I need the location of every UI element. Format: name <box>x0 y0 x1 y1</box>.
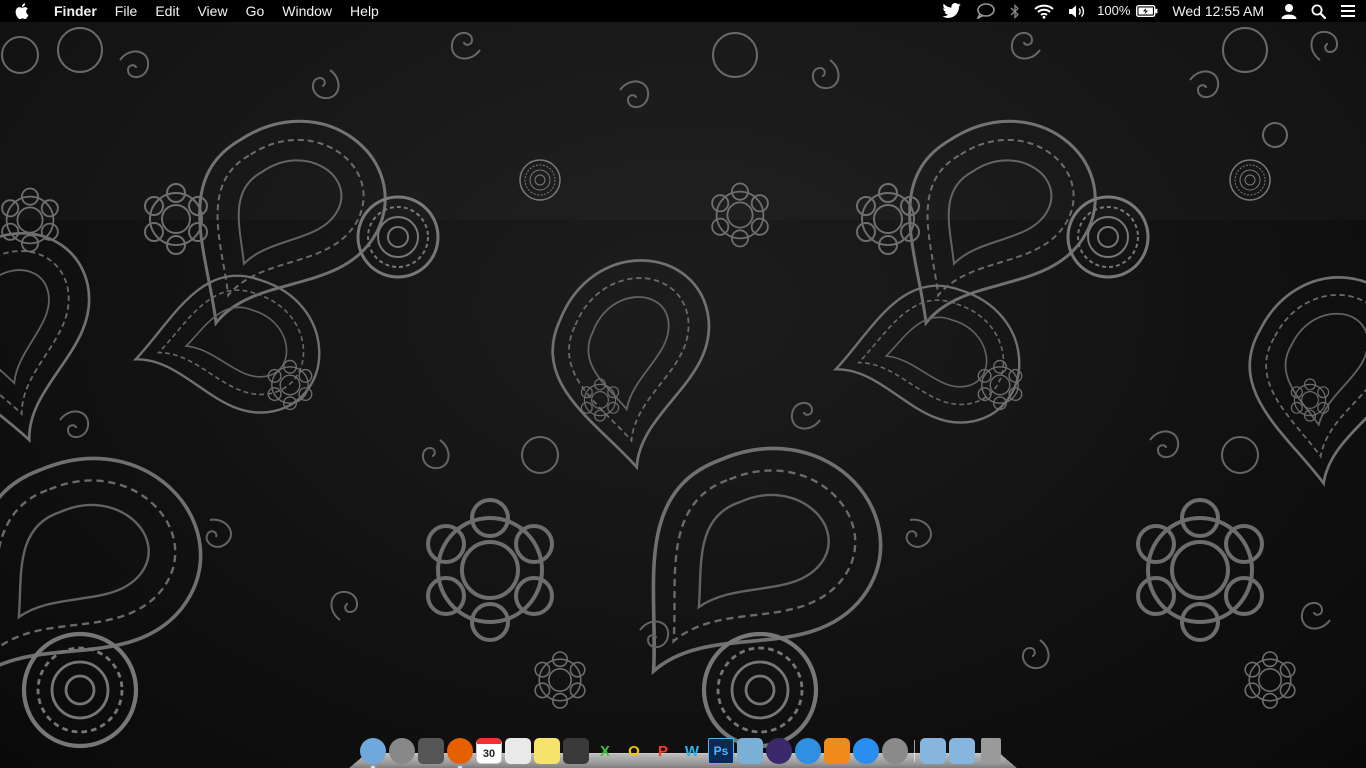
photoshop-icon[interactable]: Ps <box>708 738 734 764</box>
dock-icons: 30 X O P W Ps <box>360 734 1004 768</box>
trash-icon[interactable] <box>981 738 1001 764</box>
downloads-folder-icon[interactable] <box>949 738 975 764</box>
dock-icon-label: Ps <box>713 744 729 758</box>
twitter-app-icon[interactable] <box>563 738 589 764</box>
search-icon[interactable] <box>1304 0 1333 22</box>
textedit-icon[interactable] <box>505 738 531 764</box>
wifi-icon[interactable] <box>1027 0 1061 22</box>
twitter-icon[interactable] <box>935 0 969 22</box>
apple-icon[interactable] <box>0 0 44 22</box>
menu-edit[interactable]: Edit <box>146 0 188 22</box>
dock-icon-label: X <box>599 742 610 760</box>
powerpoint-icon[interactable]: P <box>650 738 676 764</box>
menu-file[interactable]: File <box>106 0 147 22</box>
imovie-icon[interactable] <box>766 738 792 764</box>
mission-control-icon[interactable] <box>418 738 444 764</box>
word-icon[interactable]: W <box>679 738 705 764</box>
menu-window[interactable]: Window <box>273 0 341 22</box>
user-icon[interactable] <box>1274 0 1304 22</box>
stickies-icon[interactable] <box>534 738 560 764</box>
dock: 30 X O P W Ps <box>348 734 1018 768</box>
menu-go[interactable]: Go <box>237 0 274 22</box>
messages-icon[interactable] <box>969 0 1003 22</box>
list-icon[interactable] <box>1333 0 1366 22</box>
applications-folder-icon[interactable] <box>920 738 946 764</box>
preview-icon[interactable] <box>737 738 763 764</box>
bluetooth-icon[interactable] <box>1003 0 1027 22</box>
excel-icon[interactable]: X <box>592 738 618 764</box>
clock[interactable]: Wed 12:55 AM <box>1164 0 1274 22</box>
battery-percent[interactable]: 100% <box>1093 0 1134 22</box>
battery-charging-icon[interactable] <box>1134 0 1164 22</box>
dock-separator[interactable] <box>914 740 915 762</box>
itunes-icon[interactable] <box>795 738 821 764</box>
dock-icon-label: 30 <box>482 747 496 760</box>
menu-bar: Finder File Edit View Go Window Help 100… <box>0 0 1366 22</box>
volume-icon[interactable] <box>1061 0 1093 22</box>
menu-view[interactable]: View <box>188 0 236 22</box>
firefox-icon[interactable] <box>447 738 473 768</box>
menu-help[interactable]: Help <box>341 0 388 22</box>
menu-app-name[interactable]: Finder <box>44 0 106 22</box>
finder-icon[interactable] <box>360 738 386 768</box>
calendar-icon[interactable]: 30 <box>476 738 502 764</box>
launchpad-icon[interactable] <box>389 738 415 764</box>
desktop[interactable]: Finder File Edit View Go Window Help 100… <box>0 0 1366 768</box>
dock-icon-label: W <box>684 742 700 760</box>
app-store-icon[interactable] <box>853 738 879 764</box>
paisley-wallpaper <box>0 27 1366 756</box>
ibooks-icon[interactable] <box>824 738 850 764</box>
outlook-icon[interactable]: O <box>621 738 647 764</box>
system-preferences-icon[interactable] <box>882 738 908 764</box>
dock-icon-label: P <box>657 742 668 760</box>
dock-icon-label: O <box>628 742 640 760</box>
